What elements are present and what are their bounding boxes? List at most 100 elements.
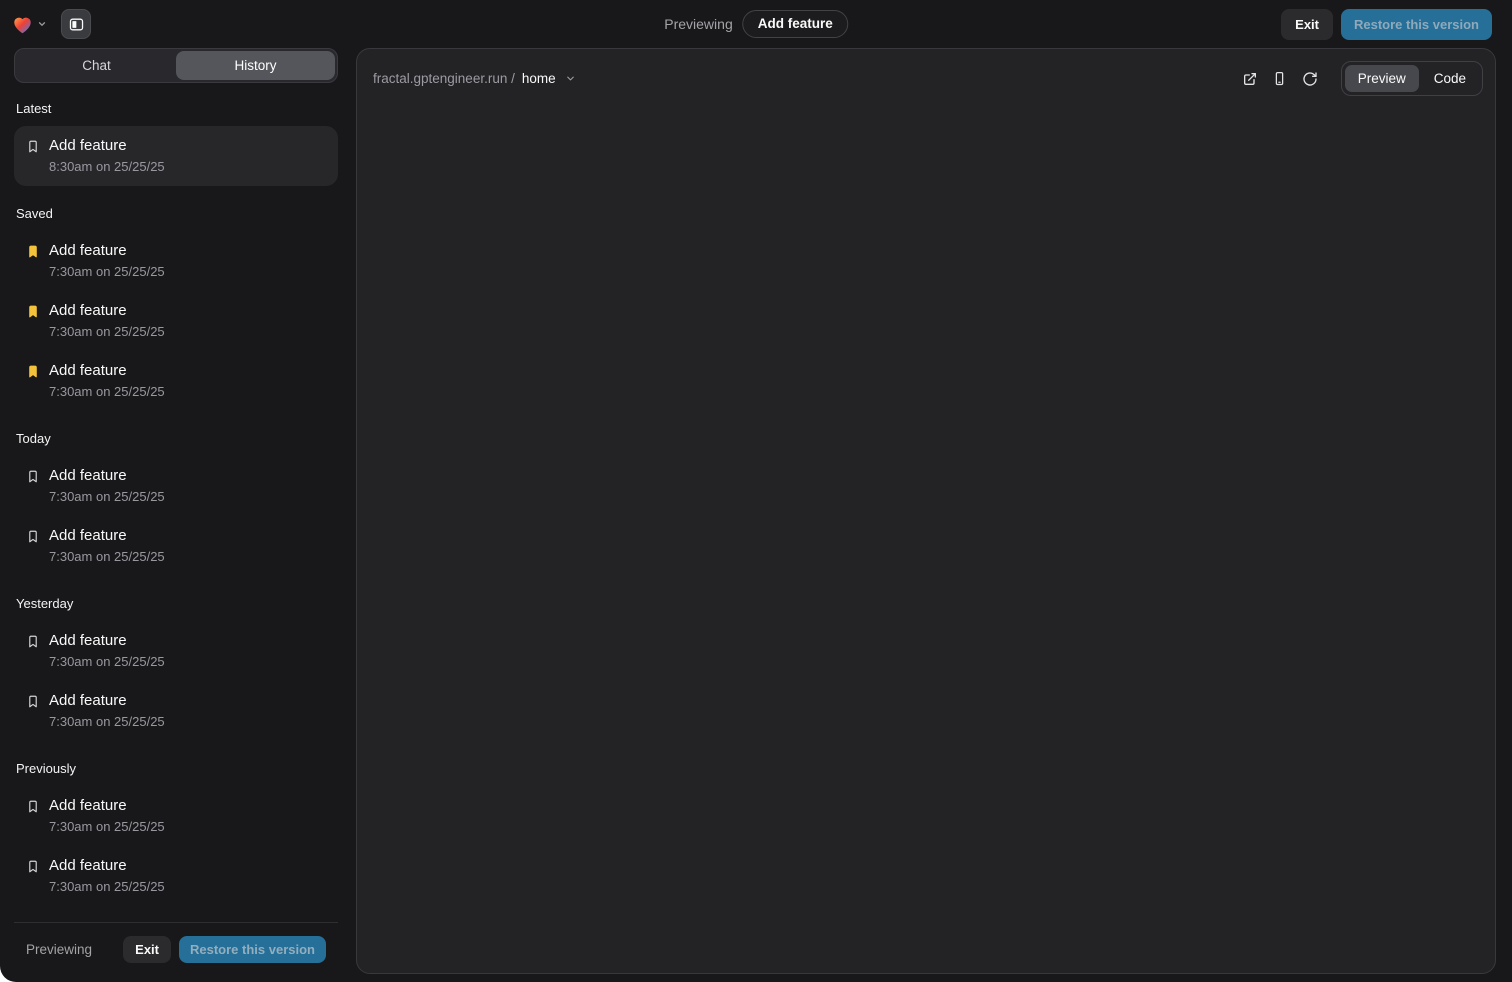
toggle-code[interactable]: Code	[1421, 65, 1479, 92]
bookmark-icon	[26, 244, 40, 259]
item-text: Add feature 7:30am on 25/25/25	[49, 857, 165, 894]
item-title: Add feature	[49, 137, 165, 154]
chevron-down-icon	[565, 73, 576, 84]
history-item[interactable]: Add feature 7:30am on 25/25/25	[14, 351, 338, 411]
item-text: Add feature 8:30am on 25/25/25	[49, 137, 165, 174]
footer-restore-version-button[interactable]: Restore this version	[179, 936, 326, 963]
item-time: 8:30am on 25/25/25	[49, 159, 165, 174]
section-items: Add feature 8:30am on 25/25/25	[14, 126, 338, 186]
item-text: Add feature 7:30am on 25/25/25	[49, 302, 165, 339]
history-list: Latest Add feature 8:30am on 25/25/25 Sa…	[14, 83, 338, 920]
history-section: Today Add feature 7:30am on 25/25/25 Add…	[14, 431, 338, 576]
panel-left-icon	[68, 16, 85, 33]
item-text: Add feature 7:30am on 25/25/25	[49, 362, 165, 399]
preview-code-toggle: Preview Code	[1341, 61, 1483, 96]
url-domain: fractal.gptengineer.run /	[373, 71, 515, 86]
bookmark-icon	[26, 634, 40, 649]
smartphone-icon	[1272, 71, 1287, 86]
item-time: 7:30am on 25/25/25	[49, 819, 165, 834]
exit-button[interactable]: Exit	[1281, 9, 1333, 40]
url-route-selector[interactable]: fractal.gptengineer.run / home	[373, 71, 576, 86]
history-item[interactable]: Add feature 7:30am on 25/25/25	[14, 846, 338, 906]
section-title: Previously	[16, 761, 336, 776]
item-time: 7:30am on 25/25/25	[49, 264, 165, 279]
section-items: Add feature 7:30am on 25/25/25 Add featu…	[14, 621, 338, 741]
bookmark-icon	[26, 469, 40, 484]
history-item[interactable]: Add feature 7:30am on 25/25/25	[14, 516, 338, 576]
section-title: Yesterday	[16, 596, 336, 611]
item-title: Add feature	[49, 797, 165, 814]
item-time: 7:30am on 25/25/25	[49, 324, 165, 339]
item-text: Add feature 7:30am on 25/25/25	[49, 632, 165, 669]
refresh-button[interactable]	[1297, 66, 1323, 92]
item-text: Add feature 7:30am on 25/25/25	[49, 467, 165, 504]
preview-header: fractal.gptengineer.run / home	[357, 49, 1495, 106]
workspace-menu[interactable]	[12, 15, 47, 34]
item-time: 7:30am on 25/25/25	[49, 654, 165, 669]
item-title: Add feature	[49, 527, 165, 544]
section-items: Add feature 7:30am on 25/25/25 Add featu…	[14, 231, 338, 411]
sidebar-toggle-button[interactable]	[61, 9, 91, 39]
tab-chat[interactable]: Chat	[17, 51, 176, 80]
preview-viewport[interactable]	[357, 106, 1495, 973]
history-item[interactable]: Add feature 7:30am on 25/25/25	[14, 621, 338, 681]
footer-exit-button[interactable]: Exit	[123, 936, 171, 963]
bookmark-icon	[26, 529, 40, 544]
lovable-heart-logo-icon	[12, 15, 33, 34]
restore-version-button[interactable]: Restore this version	[1341, 9, 1492, 40]
sidebar-tabs: Chat History	[14, 48, 338, 83]
bookmark-icon	[26, 364, 40, 379]
item-time: 7:30am on 25/25/25	[49, 384, 165, 399]
section-title: Latest	[16, 101, 336, 116]
item-time: 7:30am on 25/25/25	[49, 489, 165, 504]
section-items: Add feature 7:30am on 25/25/25 Add featu…	[14, 786, 338, 906]
mobile-view-button[interactable]	[1267, 66, 1293, 92]
section-items: Add feature 7:30am on 25/25/25 Add featu…	[14, 456, 338, 576]
history-section: Latest Add feature 8:30am on 25/25/25	[14, 101, 338, 186]
item-text: Add feature 7:30am on 25/25/25	[49, 527, 165, 564]
topbar-actions: Exit Restore this version	[1281, 9, 1492, 40]
bookmark-icon	[26, 694, 40, 709]
history-item[interactable]: Add feature 7:30am on 25/25/25	[14, 681, 338, 741]
item-title: Add feature	[49, 362, 165, 379]
item-title: Add feature	[49, 632, 165, 649]
item-title: Add feature	[49, 692, 165, 709]
item-text: Add feature 7:30am on 25/25/25	[49, 797, 165, 834]
chevron-down-icon	[37, 19, 47, 29]
previewing-label: Previewing	[664, 16, 732, 32]
history-item[interactable]: Add feature 7:30am on 25/25/25	[14, 786, 338, 846]
history-section: Saved Add feature 7:30am on 25/25/25 Add…	[14, 206, 338, 411]
item-title: Add feature	[49, 302, 165, 319]
item-title: Add feature	[49, 242, 165, 259]
open-in-new-tab-button[interactable]	[1237, 66, 1263, 92]
history-item[interactable]: Add feature 7:30am on 25/25/25	[14, 231, 338, 291]
item-text: Add feature 7:30am on 25/25/25	[49, 692, 165, 729]
history-item[interactable]: Add feature 8:30am on 25/25/25	[14, 126, 338, 186]
history-section: Previously Add feature 7:30am on 25/25/2…	[14, 761, 338, 906]
bookmark-icon	[26, 304, 40, 319]
external-link-icon	[1242, 71, 1258, 87]
preview-actions: Preview Code	[1237, 61, 1483, 96]
toggle-preview[interactable]: Preview	[1345, 65, 1419, 92]
app-window: Previewing Add feature Exit Restore this…	[0, 0, 1512, 982]
section-title: Saved	[16, 206, 336, 221]
bookmark-icon	[26, 859, 40, 874]
preview-status: Previewing Add feature	[664, 0, 848, 48]
item-time: 7:30am on 25/25/25	[49, 879, 165, 894]
history-item[interactable]: Add feature 7:30am on 25/25/25	[14, 291, 338, 351]
refresh-icon	[1302, 71, 1318, 87]
top-bar: Previewing Add feature Exit Restore this…	[0, 0, 1512, 48]
url-route: home	[522, 71, 556, 86]
main-area: Chat History Latest Add feature 8:30am o…	[0, 48, 1512, 982]
item-text: Add feature 7:30am on 25/25/25	[49, 242, 165, 279]
tab-history[interactable]: History	[176, 51, 335, 80]
item-time: 7:30am on 25/25/25	[49, 549, 165, 564]
item-title: Add feature	[49, 467, 165, 484]
bookmark-icon	[26, 139, 40, 154]
item-title: Add feature	[49, 857, 165, 874]
history-item[interactable]: Add feature 7:30am on 25/25/25	[14, 456, 338, 516]
sidebar-footer: Previewing Exit Restore this version	[14, 922, 338, 966]
preview-panel: fractal.gptengineer.run / home	[356, 48, 1496, 974]
version-name-pill[interactable]: Add feature	[743, 10, 848, 38]
bookmark-icon	[26, 799, 40, 814]
